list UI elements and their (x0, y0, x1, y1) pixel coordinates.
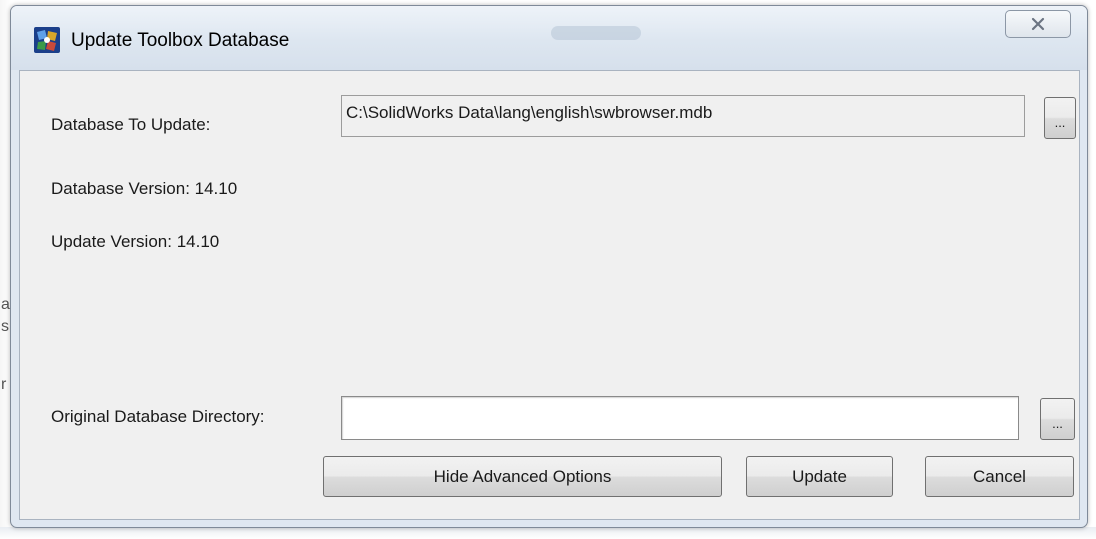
background-text-fragment: r (1, 376, 7, 393)
original-directory-input[interactable] (341, 396, 1019, 440)
background-taskbar-edge (0, 527, 1096, 539)
hide-advanced-options-button[interactable]: Hide Advanced Options (323, 456, 722, 497)
update-button[interactable]: Update (746, 456, 893, 497)
update-version-text: Update Version: 14.10 (51, 232, 220, 251)
directory-browse-button[interactable]: ... (1040, 398, 1075, 440)
original-directory-label: Original Database Directory: (51, 407, 265, 426)
title-bar[interactable]: Update Toolbox Database (11, 6, 1087, 70)
update-toolbox-dialog: Update Toolbox Database Database To Upda… (10, 5, 1088, 528)
database-version-text: Database Version: 14.10 (51, 179, 238, 198)
background-text-fragment: a (1, 296, 10, 313)
database-to-update-label: Database To Update: (51, 115, 211, 134)
close-icon (1031, 17, 1045, 31)
cancel-button[interactable]: Cancel (925, 456, 1074, 497)
dialog-content: Database To Update: C:\SolidWorks Data\l… (19, 70, 1080, 520)
blurred-title-region (551, 26, 641, 40)
database-browse-button[interactable]: ... (1044, 97, 1076, 139)
database-path-field[interactable]: C:\SolidWorks Data\lang\english\swbrowse… (341, 95, 1025, 137)
close-button[interactable] (1005, 10, 1071, 38)
window-title: Update Toolbox Database (71, 30, 290, 51)
background-text-fragment: s (1, 318, 9, 335)
solidworks-toolbox-icon (34, 27, 60, 53)
